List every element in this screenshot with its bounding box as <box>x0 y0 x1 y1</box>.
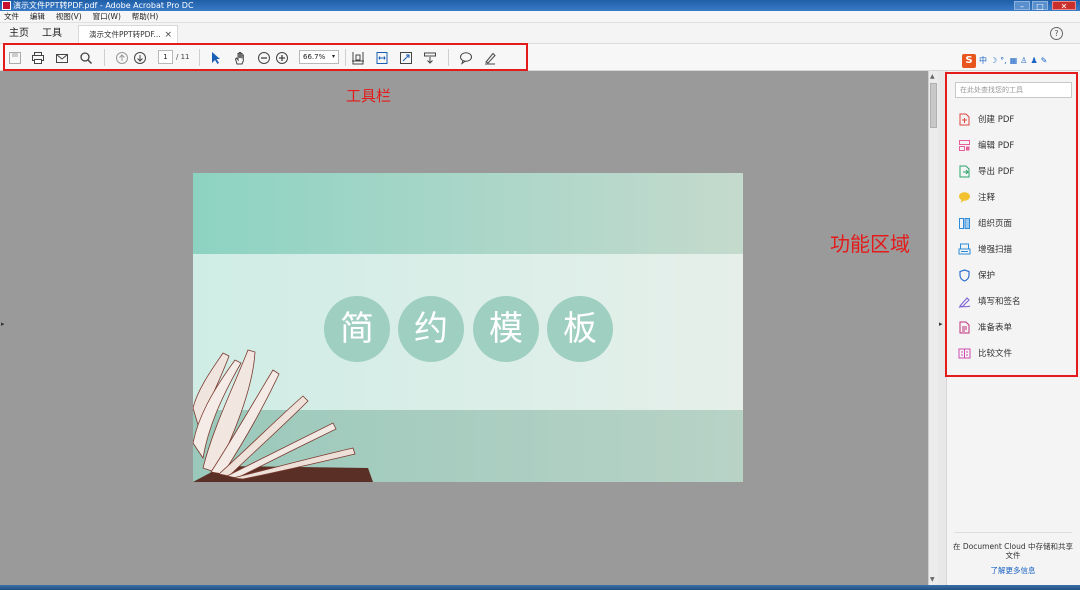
menu-window[interactable]: 窗口(W) <box>93 11 121 23</box>
os-taskbar <box>0 585 1080 590</box>
keyboard-icon[interactable]: ▦ <box>1010 54 1018 68</box>
slide-title-char: 模 <box>473 296 539 362</box>
menu-edit[interactable]: 编辑 <box>30 11 45 23</box>
right-pane-toggle-icon[interactable]: ▸ <box>939 320 943 328</box>
scrollbar-thumb[interactable] <box>930 83 937 128</box>
slide-title-char: 板 <box>547 296 613 362</box>
pdf-page: 简 约 模 板 <box>193 173 743 482</box>
punctuation-icon[interactable]: °, <box>1000 54 1007 68</box>
open-book-image <box>193 349 373 482</box>
close-tab-icon[interactable]: × <box>164 26 172 44</box>
maximize-button[interactable]: □ <box>1032 1 1048 11</box>
left-pane-toggle-icon[interactable]: ▸ <box>1 320 5 328</box>
window-title: 演示文件PPT转PDF.pdf - Adobe Acrobat Pro DC <box>13 1 194 10</box>
acrobat-app-icon <box>2 1 11 10</box>
ime-chinese-mode[interactable]: 中 <box>979 54 987 68</box>
slide-title-char: 约 <box>398 296 464 362</box>
help-icon[interactable]: ? <box>1050 27 1063 40</box>
panel-annotation: 功能区域 <box>830 232 910 256</box>
toolbar-annotation: 工具栏 <box>346 87 392 105</box>
tab-tools[interactable]: 工具 <box>42 23 62 44</box>
sogou-logo-icon: S <box>962 54 976 68</box>
learn-more-link[interactable]: 了解更多信息 <box>952 565 1074 576</box>
close-window-button[interactable]: ✕ <box>1052 1 1076 11</box>
tab-document[interactable]: 演示文件PPT转PDF... × <box>78 25 178 44</box>
title-bar: 演示文件PPT转PDF.pdf - Adobe Acrobat Pro DC –… <box>0 0 1080 11</box>
divider <box>954 532 1072 533</box>
document-tab-label: 演示文件PPT转PDF... <box>89 30 161 39</box>
tab-home[interactable]: 主页 <box>9 23 29 44</box>
menu-help[interactable]: 帮助(H) <box>132 11 159 23</box>
settings-wrench-icon[interactable]: ✎ <box>1041 54 1048 68</box>
scroll-down-icon[interactable]: ▼ <box>930 576 935 583</box>
menu-view[interactable]: 视图(V) <box>56 11 82 23</box>
vertical-scrollbar[interactable]: ▲ ▼ <box>928 71 938 585</box>
document-cloud-text: 在 Document Cloud 中存储和共享文件 <box>953 542 1073 560</box>
panel-highlight-box <box>945 72 1078 377</box>
scroll-up-icon[interactable]: ▲ <box>930 73 935 80</box>
user-icon[interactable]: ♙ <box>1020 54 1027 68</box>
moon-icon[interactable]: ☽ <box>990 54 997 68</box>
menu-file[interactable]: 文件 <box>4 11 19 23</box>
ime-toolbar[interactable]: S 中 ☽ °, ▦ ♙ ♟ ✎ <box>962 54 1047 68</box>
tab-bar: 主页 工具 演示文件PPT转PDF... × ? <box>0 23 1080 44</box>
minimize-button[interactable]: – <box>1014 1 1030 11</box>
menu-bar: 文件 编辑 视图(V) 窗口(W) 帮助(H) <box>0 11 1080 23</box>
toolbar-highlight-box <box>3 43 528 71</box>
skin-icon[interactable]: ♟ <box>1030 54 1037 68</box>
